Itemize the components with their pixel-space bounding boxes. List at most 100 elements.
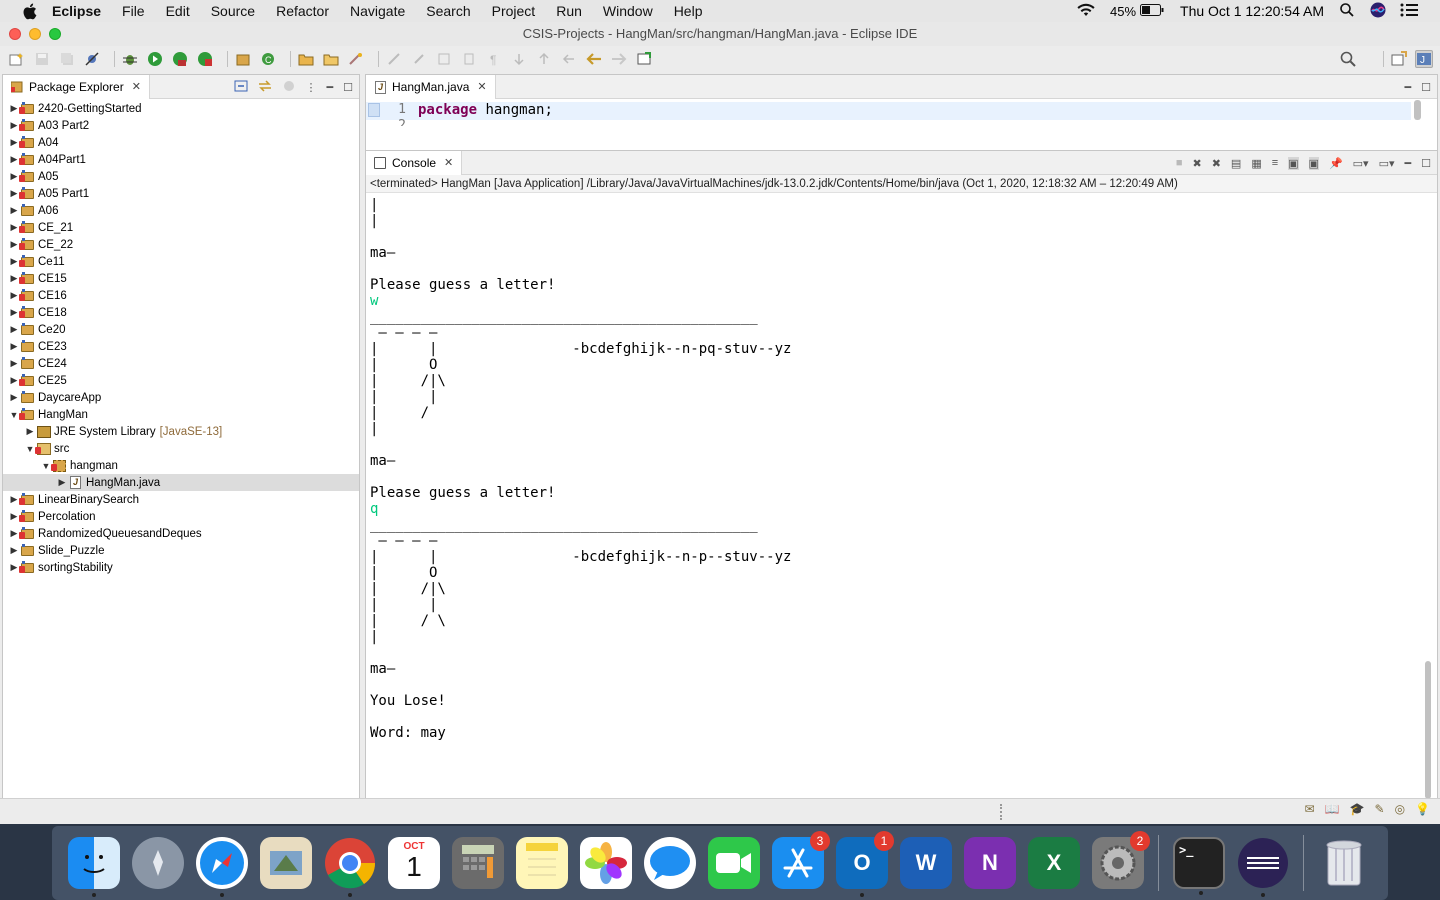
tree-item-project[interactable]: ▶ A03 Part2 [3, 117, 359, 134]
expand-arrow-icon[interactable]: ▶ [9, 154, 19, 165]
skip-breakpoints-icon[interactable] [83, 50, 101, 68]
remove-launch-icon[interactable]: ✖ [1192, 157, 1201, 170]
tree-item-project[interactable]: ▶ DaycareApp [3, 389, 359, 406]
pin-editor-icon[interactable] [635, 50, 653, 68]
tree-item-project[interactable]: ▶ Ce20 [3, 321, 359, 338]
expand-arrow-icon[interactable]: ▶ [9, 120, 19, 131]
tree-item-src-folder[interactable]: ▼ src [3, 440, 359, 457]
collapse-arrow-icon[interactable]: ▼ [25, 444, 35, 454]
java-perspective-icon[interactable]: J [1415, 50, 1433, 68]
expand-arrow-icon[interactable]: ▶ [9, 494, 19, 505]
expand-arrow-icon[interactable]: ▶ [9, 392, 19, 403]
new-java-package-icon[interactable] [234, 50, 252, 68]
tree-item-project[interactable]: ▶ A06 [3, 202, 359, 219]
close-tab-icon[interactable]: ✕ [132, 80, 141, 93]
word-icon[interactable]: W [900, 837, 952, 889]
clock[interactable]: Thu Oct 1 12:20:54 AM [1180, 3, 1324, 19]
save-all-icon[interactable] [58, 50, 76, 68]
expand-arrow-icon[interactable]: ▶ [9, 375, 19, 386]
expand-arrow-icon[interactable]: ▶ [9, 256, 19, 267]
expand-arrow-icon[interactable]: ▶ [9, 188, 19, 199]
search-wand-icon[interactable] [347, 50, 365, 68]
tree-item-project[interactable]: ▶ A05 Part1 [3, 185, 359, 202]
menu-refactor[interactable]: Refactor [276, 3, 329, 19]
tree-item-project[interactable]: ▶ Ce11 [3, 253, 359, 270]
expand-arrow-icon[interactable]: ▶ [9, 273, 19, 284]
tree-item-project[interactable]: ▶ A04Part1 [3, 151, 359, 168]
external-tools-icon[interactable] [196, 50, 214, 68]
tree-item-project[interactable]: ▶ CE_22 [3, 236, 359, 253]
block-selection-icon[interactable] [435, 50, 453, 68]
expand-arrow-icon[interactable]: ▶ [9, 562, 19, 573]
app-store-icon[interactable]: 3 [772, 831, 830, 889]
launchpad-icon[interactable] [132, 837, 184, 889]
open-console-icon[interactable]: ▭▾ [1379, 157, 1395, 170]
terminal-icon[interactable]: >_ [1173, 837, 1225, 895]
new-wizard-icon[interactable] [8, 50, 26, 68]
toolbar-search-icon[interactable] [1339, 50, 1357, 68]
facetime-icon[interactable] [708, 837, 760, 889]
word-wrap-icon[interactable]: ≡ [1272, 157, 1278, 169]
code-area[interactable]: 1 2 package hangman; [366, 100, 1437, 150]
expand-arrow-icon[interactable]: ▶ [9, 358, 19, 369]
zoom-window-button[interactable] [49, 28, 61, 40]
tree-item-project[interactable]: ▶ Percolation [3, 508, 359, 525]
console-output[interactable]: | | ma– Please guess a letter! w ____________… [370, 197, 1420, 777]
tree-item-package[interactable]: ▼ hangman [3, 457, 359, 474]
notification-center-icon[interactable] [1400, 3, 1418, 20]
expand-arrow-icon[interactable]: ▶ [9, 103, 19, 114]
outlook-icon[interactable]: O 1 [836, 831, 894, 897]
tab-console[interactable]: Console ✕ [366, 150, 463, 175]
run-icon[interactable] [146, 50, 164, 68]
debug-icon[interactable] [121, 50, 139, 68]
tree-item-project[interactable]: ▶ RandomizedQueuesandDeques [3, 525, 359, 542]
close-window-button[interactable] [9, 28, 21, 40]
photos-icon[interactable] [580, 837, 632, 889]
coverage-icon[interactable] [171, 50, 189, 68]
menu-search[interactable]: Search [426, 3, 470, 19]
menu-window[interactable]: Window [603, 3, 653, 19]
wifi-icon[interactable] [1076, 3, 1096, 20]
tree-item-project[interactable]: ▶ CE25 [3, 372, 359, 389]
safari-icon[interactable] [196, 837, 248, 897]
menu-source[interactable]: Source [211, 3, 255, 19]
last-edit-location-icon[interactable] [560, 50, 578, 68]
open-book-icon[interactable]: 📖 [1325, 802, 1340, 816]
expand-arrow-icon[interactable]: ▶ [25, 426, 35, 437]
task-list-icon[interactable]: ✉ [1305, 802, 1315, 816]
close-tab-icon[interactable]: ✕ [477, 80, 486, 93]
new-java-class-icon[interactable]: C [259, 50, 277, 68]
tree-item-project[interactable]: ▶ 2420-GettingStarted [3, 100, 359, 117]
tree-item-project[interactable]: ▶ CE_21 [3, 219, 359, 236]
expand-arrow-icon[interactable]: ▶ [9, 205, 19, 216]
scroll-lock-icon[interactable]: ▦ [1251, 157, 1261, 170]
system-preferences-icon[interactable]: 2 [1092, 831, 1150, 889]
remove-all-terminated-icon[interactable]: ✖ [1212, 157, 1221, 170]
trash-icon[interactable] [1318, 837, 1370, 889]
tree-item-project[interactable]: ▶ CE23 [3, 338, 359, 355]
tree-item-project[interactable]: ▶ Slide_Puzzle [3, 542, 359, 559]
menu-file[interactable]: File [122, 3, 145, 19]
toggle-mark-occurrences-icon[interactable] [385, 50, 403, 68]
tree-item-project[interactable]: ▶ A04 [3, 134, 359, 151]
pin-console-icon[interactable]: 📌 [1329, 157, 1343, 170]
menu-project[interactable]: Project [492, 3, 536, 19]
expand-arrow-icon[interactable]: ▶ [9, 171, 19, 182]
tree-item-project-hangman[interactable]: ▼ HangMan [3, 406, 359, 423]
tree-item-project[interactable]: ▶ LinearBinarySearch [3, 491, 359, 508]
expand-arrow-icon[interactable]: ▶ [9, 239, 19, 250]
tree-item-project[interactable]: ▶ CE15 [3, 270, 359, 287]
terminate-icon[interactable]: ■ [1176, 157, 1183, 169]
expand-arrow-icon[interactable]: ▶ [9, 222, 19, 233]
menu-help[interactable]: Help [674, 3, 703, 19]
siri-icon[interactable] [1370, 2, 1386, 21]
console-scrollbar[interactable] [1425, 661, 1431, 799]
menu-run[interactable]: Run [556, 3, 582, 19]
tree-item-project[interactable]: ▶ CE24 [3, 355, 359, 372]
next-annotation-icon[interactable] [510, 50, 528, 68]
expand-arrow-icon[interactable]: ▶ [9, 341, 19, 352]
tree-item-java-file[interactable]: ▶ HangMan.java [3, 474, 359, 491]
expand-arrow-icon[interactable]: ▶ [9, 137, 19, 148]
apple-menu-icon[interactable] [20, 2, 38, 20]
expand-arrow-icon[interactable]: ▶ [9, 528, 19, 539]
